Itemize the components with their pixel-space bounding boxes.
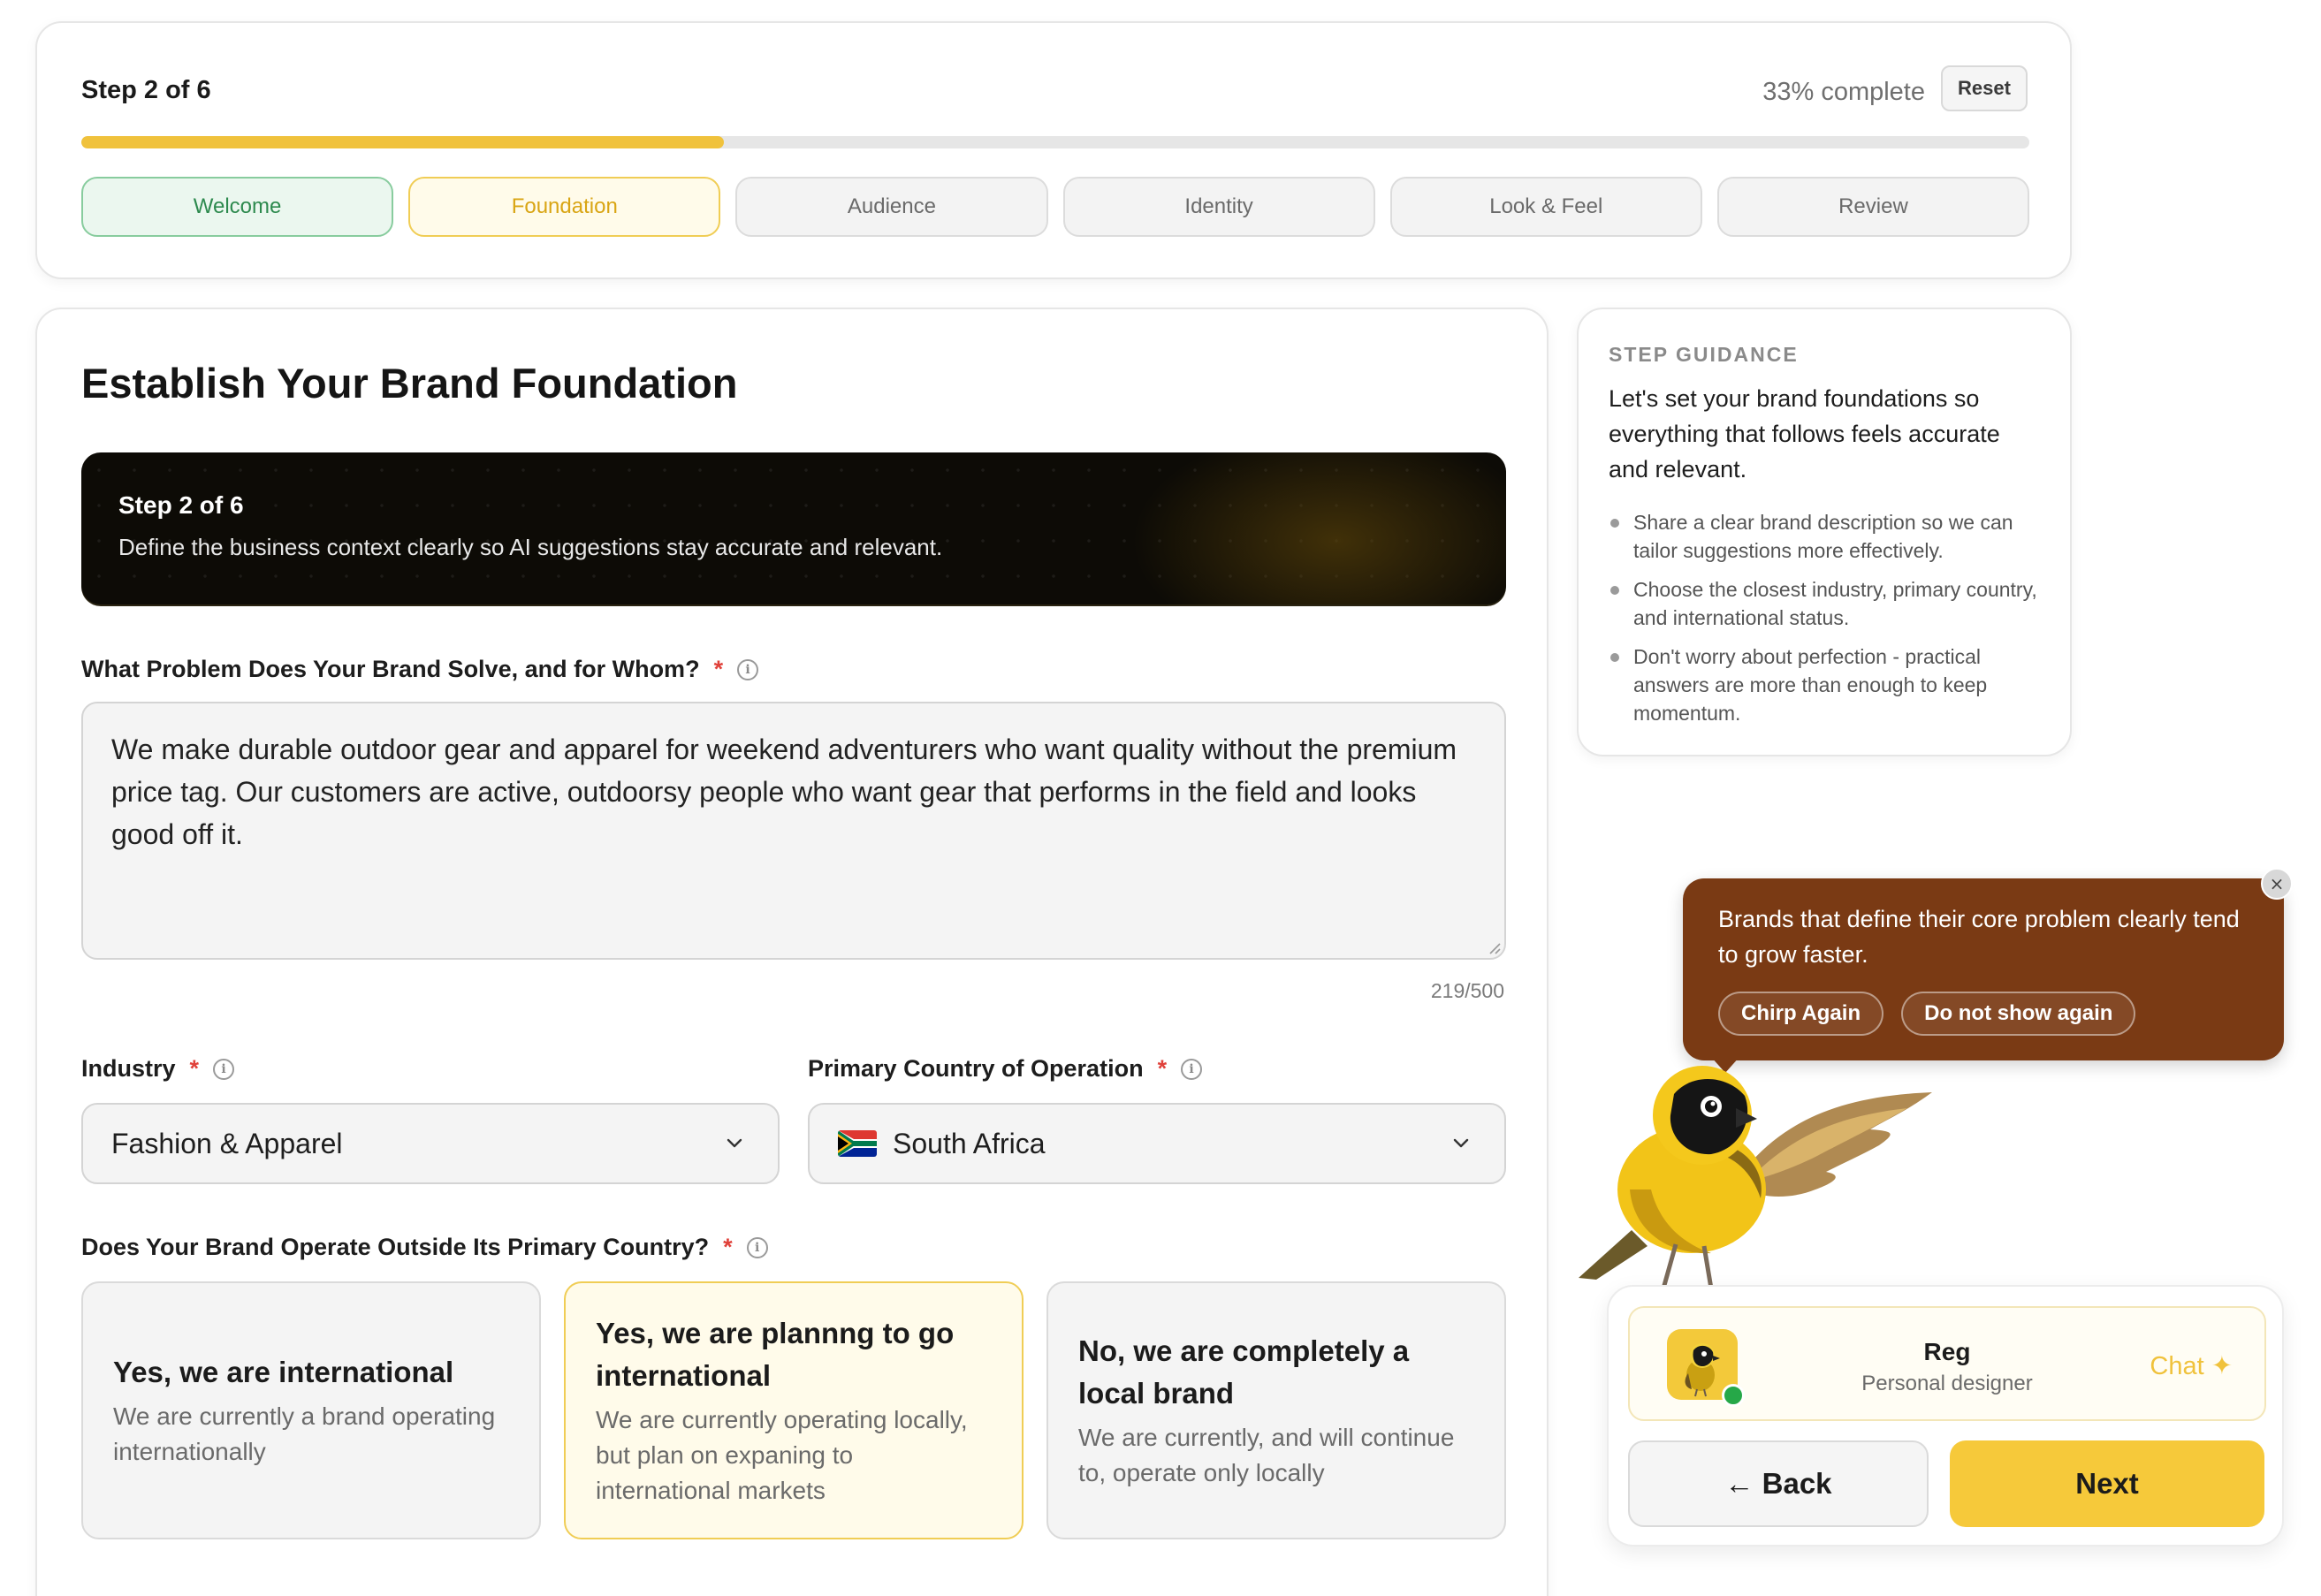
industry-select[interactable]: Fashion & Apparel — [81, 1103, 780, 1184]
chevron-down-icon — [1453, 1138, 1469, 1148]
assistant-panel: Reg Personal designer Chat ✦ ← Back Next — [1607, 1285, 2284, 1547]
guidance-lead: Let's set your brand foundations so ever… — [1609, 385, 2000, 483]
chevron-down-icon — [727, 1138, 742, 1148]
international-field-label: Does Your Brand Operate Outside Its Prim… — [81, 1234, 768, 1261]
chirp-again-button[interactable]: Chirp Again — [1718, 992, 1884, 1036]
info-icon[interactable]: i — [737, 658, 759, 680]
resize-grip-icon[interactable] — [1488, 942, 1501, 954]
char-count: 219/500 — [1430, 979, 1504, 1002]
option-title: Yes, we are plannng to go international — [596, 1317, 955, 1392]
international-label-text: Does Your Brand Operate Outside Its Prim… — [81, 1234, 710, 1260]
problem-label-text: What Problem Does Your Brand Solve, and … — [81, 656, 700, 682]
option-title: No, we are completely a local brand — [1078, 1334, 1410, 1410]
south-africa-flag-icon — [838, 1130, 877, 1157]
country-field-label: Primary Country of Operation * i — [808, 1055, 1203, 1083]
tip-text: Brands that define their core problem cl… — [1718, 906, 2240, 968]
page-title: Establish Your Brand Foundation — [81, 360, 738, 407]
progress-percent-label: 33% complete — [1762, 78, 1925, 106]
info-icon[interactable]: i — [213, 1058, 235, 1080]
option-title: Yes, we are international — [113, 1356, 454, 1388]
tab-welcome[interactable]: Welcome — [81, 177, 394, 237]
guidance-list: Share a clear brand description so we ca… — [1609, 508, 2040, 727]
tab-identity[interactable]: Identity — [1062, 177, 1375, 237]
next-button[interactable]: Next — [1950, 1440, 2264, 1527]
close-icon[interactable]: × — [2261, 868, 2293, 900]
tip-bubble: Brands that define their core problem cl… — [1683, 878, 2284, 1060]
reset-button[interactable]: Reset — [1941, 65, 2028, 111]
option-planning-international[interactable]: Yes, we are plannng to go international … — [564, 1281, 1024, 1539]
option-description: We are currently operating locally, but … — [596, 1406, 968, 1504]
progress-card: Step 2 of 6 33% complete Reset Welcome F… — [35, 21, 2072, 279]
tab-foundation[interactable]: Foundation — [408, 177, 721, 237]
industry-select-value: Fashion & Apparel — [111, 1127, 343, 1159]
problem-field-label: What Problem Does Your Brand Solve, and … — [81, 656, 759, 683]
do-not-show-again-button[interactable]: Do not show again — [1901, 992, 2136, 1036]
guidance-item: Choose the closest industry, primary cou… — [1609, 575, 2040, 632]
option-local[interactable]: No, we are completely a local brand We a… — [1046, 1281, 1506, 1539]
problem-textarea[interactable]: We make durable outdoor gear and apparel… — [81, 702, 1506, 960]
guidance-kicker: STEP GUIDANCE — [1609, 343, 1799, 366]
tab-look-and-feel[interactable]: Look & Feel — [1389, 177, 1702, 237]
industry-label-text: Industry — [81, 1055, 176, 1082]
option-description: We are currently, and will continue to, … — [1078, 1424, 1455, 1486]
back-button[interactable]: ← Back — [1628, 1440, 1929, 1527]
guidance-item: Don't worry about perfection - practical… — [1609, 642, 2040, 727]
country-label-text: Primary Country of Operation — [808, 1055, 1144, 1082]
chat-button[interactable]: Chat ✦ — [2150, 1350, 2233, 1381]
country-select-value: South Africa — [893, 1127, 1046, 1159]
required-mark: * — [1157, 1055, 1168, 1082]
info-icon[interactable]: i — [746, 1236, 768, 1258]
option-description: We are currently a brand operating inter… — [113, 1402, 496, 1465]
banner-title: Step 2 of 6 — [118, 491, 244, 519]
required-mark: * — [713, 656, 724, 682]
step-banner: Step 2 of 6 Define the business context … — [81, 452, 1506, 604]
progress-bar — [81, 136, 2029, 148]
tab-review[interactable]: Review — [1716, 177, 2030, 237]
option-international[interactable]: Yes, we are international We are current… — [81, 1281, 541, 1539]
step-guidance-card: STEP GUIDANCE Let's set your brand found… — [1577, 308, 2072, 756]
progress-step-label: Step 2 of 6 — [81, 76, 211, 104]
step-tabs: Welcome Foundation Audience Identity Loo… — [81, 177, 2030, 237]
country-select[interactable]: South Africa — [808, 1103, 1506, 1184]
required-mark: * — [189, 1055, 200, 1082]
info-icon[interactable]: i — [1181, 1058, 1203, 1080]
tip-actions: Chirp Again Do not show again — [1718, 992, 2136, 1036]
industry-field-label: Industry * i — [81, 1055, 235, 1083]
guidance-item: Share a clear brand description so we ca… — [1609, 508, 2040, 565]
required-mark: * — [723, 1234, 733, 1260]
weaver-bird-mascot-icon — [1579, 1066, 1932, 1290]
main-form-card: Establish Your Brand Foundation Step 2 o… — [35, 308, 1549, 1596]
designer-card[interactable]: Reg Personal designer Chat ✦ — [1628, 1306, 2266, 1421]
tab-audience[interactable]: Audience — [735, 177, 1048, 237]
banner-text: Define the business context clearly so A… — [118, 534, 943, 560]
progress-bar-fill — [81, 136, 725, 148]
